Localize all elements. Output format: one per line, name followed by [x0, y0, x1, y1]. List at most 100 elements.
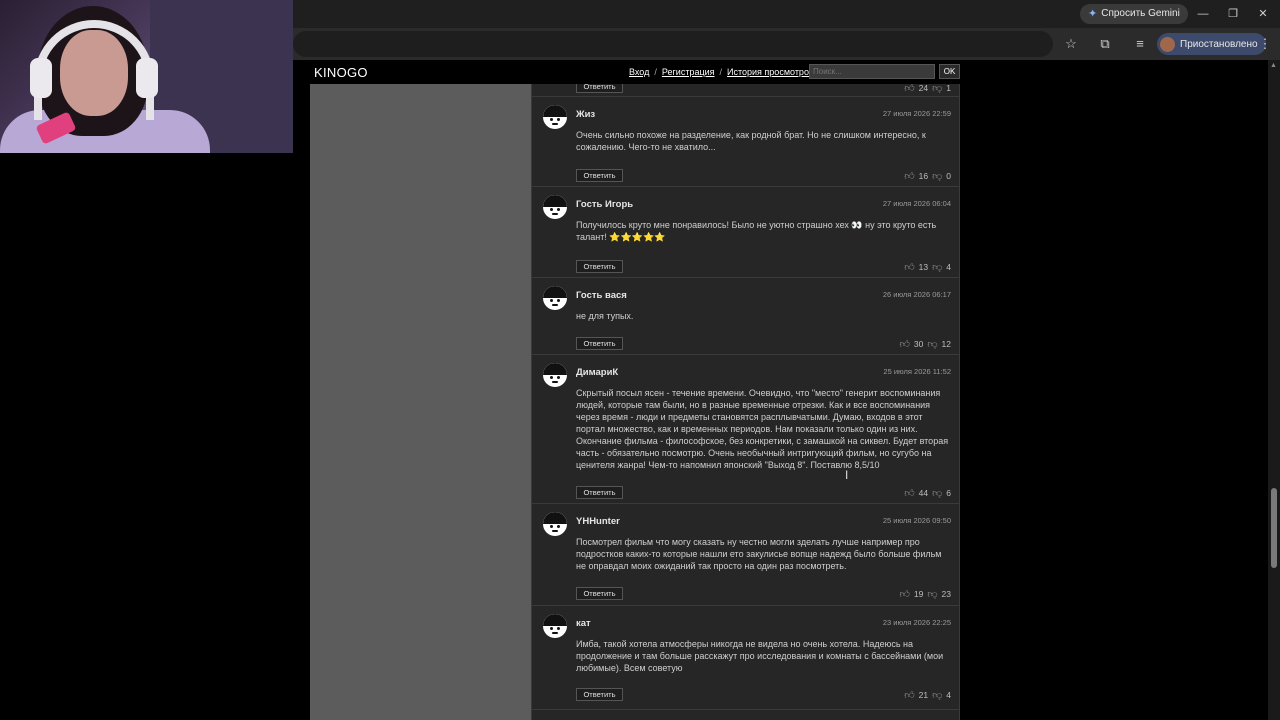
comment-votes: 👍︎ 19 👎︎ 23 [899, 588, 951, 600]
comment-votes: 👍︎ 30 👎︎ 12 [899, 338, 951, 350]
screen: ✦ Спросить Gemini — ❐ ✕ ☆ ⧉ ≡ Приостанов… [0, 0, 1280, 720]
thumbs-up-icon[interactable]: 👍︎ [904, 487, 914, 499]
scroll-up-icon[interactable]: ▲ [1270, 62, 1277, 69]
thumbs-down-icon[interactable]: 👎︎ [927, 338, 937, 350]
comment-votes: 👍︎ 16 👎︎ 0 [904, 170, 951, 182]
comment-text: Скрытый посыл ясен - течение времени. Оч… [576, 388, 951, 470]
thumbs-down-icon[interactable]: 👎︎ [927, 588, 937, 600]
avatar [543, 363, 567, 387]
reply-button[interactable]: Ответить [576, 486, 623, 499]
reply-button[interactable]: Ответить [576, 260, 623, 273]
profile-button[interactable]: Приостановлено [1157, 33, 1266, 55]
avatar [543, 105, 567, 129]
search-input[interactable] [809, 64, 935, 79]
login-link[interactable]: Вход [629, 67, 649, 77]
menu-kebab-icon[interactable]: ⋮ [1256, 35, 1274, 53]
comment-date: 27 июля 2026 06:04 [882, 199, 951, 208]
minimize-icon[interactable]: — [1193, 4, 1213, 24]
likes-count: 16 [918, 171, 929, 181]
likes-count: 19 [913, 589, 924, 599]
dislikes-count: 0 [946, 171, 951, 181]
address-bar[interactable] [293, 31, 1053, 57]
comment-author[interactable]: Гость вася [576, 290, 627, 301]
likes-count: 30 [913, 339, 924, 349]
comment-item: YHHunter 25 июля 2026 09:50 Посмотрел фи… [532, 504, 959, 606]
comments-list: Ответить 👍︎ 24 👎︎ 1 Жиз 27 июля 2026 22:… [531, 84, 960, 720]
comment-author[interactable]: кат [576, 618, 591, 629]
comment-text: Очень сильно похоже на разделение, как р… [576, 130, 929, 152]
likes-count: 24 [918, 84, 929, 93]
thumbs-down-icon[interactable]: 👎︎ [932, 84, 942, 94]
reply-button[interactable]: Ответить [576, 587, 623, 600]
comment-item: Гость вася 26 июля 2026 06:17 не для туп… [532, 278, 959, 355]
comment-text: Получилось круто мне понравилось! Было н… [576, 220, 939, 242]
user-nav: Вход / Регистрация / История просмотров [629, 67, 814, 77]
extensions-icon[interactable]: ⧉ [1096, 35, 1114, 53]
dislikes-count: 6 [946, 488, 951, 498]
restore-icon[interactable]: ❐ [1223, 4, 1243, 24]
comment-date: 25 июля 2026 11:52 [883, 367, 951, 376]
thumbs-down-icon[interactable]: 👎︎ [932, 689, 942, 701]
ask-gemini-button[interactable]: ✦ Спросить Gemini [1080, 4, 1188, 24]
comment-votes: 👍︎ 44 👎︎ 6 [904, 487, 951, 499]
gemini-label: Спросить Gemini [1101, 8, 1180, 19]
bookmark-star-icon[interactable]: ☆ [1062, 35, 1080, 53]
comment-text: Посмотрел фильм что могу сказать ну чест… [576, 537, 944, 571]
reply-button[interactable]: Ответить [576, 337, 623, 350]
comment-author[interactable]: ДимариК [576, 367, 618, 378]
comment-date: 26 июля 2026 06:17 [882, 290, 951, 299]
dislikes-count: 4 [946, 690, 951, 700]
comment-votes: 👍︎ 21 👎︎ 4 [904, 689, 951, 701]
comment-author[interactable]: YHHunter [576, 516, 620, 527]
thumbs-up-icon[interactable]: 👍︎ [899, 588, 909, 600]
page-scrollbar[interactable]: ▲ [1268, 60, 1280, 720]
comment-date: 27 июля 2026 22:59 [882, 109, 951, 118]
close-icon[interactable]: ✕ [1253, 4, 1273, 24]
comment-text: не для тупых. [576, 311, 634, 321]
likes-count: 44 [918, 488, 929, 498]
webcam-overlay [0, 0, 293, 153]
reply-button[interactable]: Ответить [576, 169, 623, 182]
avatar [543, 512, 567, 536]
site-logo[interactable]: KINOGO [314, 65, 368, 80]
reply-button[interactable]: Ответить [576, 84, 623, 93]
thumbs-up-icon[interactable]: 👍︎ [899, 338, 909, 350]
gemini-spark-icon: ✦ [1088, 8, 1098, 20]
thumbs-up-icon[interactable]: 👍︎ [904, 689, 914, 701]
headphone-cup-right [136, 58, 158, 98]
thumbs-down-icon[interactable]: 👎︎ [932, 170, 942, 182]
avatar [543, 195, 567, 219]
comment-text: Имба, такой хотела атмосферы никогда не … [576, 639, 946, 673]
thumbs-down-icon[interactable]: 👎︎ [932, 261, 942, 273]
comment-date: 23 июля 2026 22:25 [882, 618, 951, 627]
search-submit-button[interactable]: OK [939, 64, 960, 79]
comment-votes: 👍︎ 13 👎︎ 4 [904, 261, 951, 273]
thumbs-up-icon[interactable]: 👍︎ [904, 170, 914, 182]
thumbs-up-icon[interactable]: 👍︎ [904, 261, 914, 273]
comment-item: Гость Игорь 27 июля 2026 06:04 Получилос… [532, 187, 959, 278]
comment-item: Ответить 👍︎ 24 👎︎ 1 [532, 84, 959, 97]
thumbs-up-icon[interactable]: 👍︎ [904, 84, 914, 94]
comment-item: ДимариК 25 июля 2026 11:52 Скрытый посыл… [532, 355, 959, 504]
nav-separator: / [654, 67, 657, 77]
reply-button[interactable]: Ответить [576, 688, 623, 701]
history-link[interactable]: История просмотров [727, 67, 814, 77]
site-header: KINOGO Вход / Регистрация / История прос… [293, 60, 1268, 84]
avatar [543, 286, 567, 310]
register-link[interactable]: Регистрация [662, 67, 715, 77]
headphone-cup-left [30, 58, 52, 98]
thumbs-down-icon[interactable]: 👎︎ [932, 487, 942, 499]
comment-votes: 👍︎ 24 👎︎ 1 [904, 84, 951, 94]
likes-count: 21 [918, 690, 929, 700]
comment-author[interactable]: Жиз [576, 109, 595, 120]
dislikes-count: 4 [946, 262, 951, 272]
comment-item: Жиз 27 июля 2026 22:59 Очень сильно похо… [532, 97, 959, 187]
left-column [310, 84, 531, 720]
media-controls-icon[interactable]: ≡ [1131, 35, 1149, 53]
comment-item: кат 23 июля 2026 22:25 Имба, такой хотел… [532, 606, 959, 710]
nav-separator: / [719, 67, 723, 77]
dislikes-count: 23 [941, 589, 951, 599]
likes-count: 13 [918, 262, 929, 272]
comment-author[interactable]: Гость Игорь [576, 199, 633, 210]
scrollbar-thumb[interactable] [1271, 488, 1277, 568]
